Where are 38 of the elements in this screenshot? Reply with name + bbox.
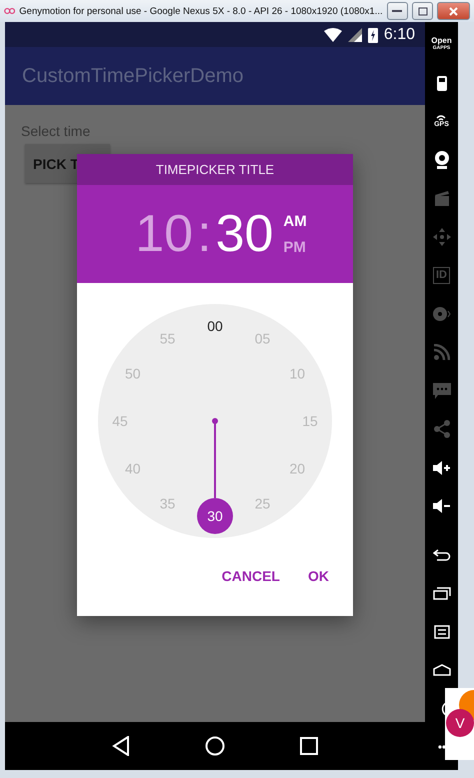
close-button[interactable] (437, 2, 470, 20)
dialog-title: TIMEPICKER TITLE (77, 154, 353, 185)
webcam-icon[interactable] (434, 150, 450, 169)
selection-circle[interactable] (197, 498, 233, 534)
ok-button[interactable]: OK (298, 562, 339, 590)
app-logo-icon (4, 7, 16, 15)
minimize-icon (392, 9, 402, 13)
minimize-button[interactable] (386, 2, 408, 20)
menu-icon[interactable] (434, 624, 450, 639)
wifi-icon (324, 28, 342, 42)
maximize-button[interactable] (412, 2, 434, 20)
volume-down-icon[interactable] (432, 499, 450, 514)
period-toggle[interactable]: AM (283, 212, 307, 230)
minute-number[interactable]: 30 (207, 508, 223, 524)
battery-charging-icon (368, 26, 378, 42)
back-icon[interactable] (112, 736, 130, 756)
app-title: CustomTimePickerDemo (22, 64, 244, 88)
maximize-icon (418, 6, 428, 16)
back-icon[interactable] (432, 548, 450, 561)
clock-hand[interactable] (212, 418, 218, 498)
home-icon[interactable] (204, 736, 225, 756)
hour-display[interactable]: 10 (135, 208, 194, 260)
cancel-button[interactable]: CANCEL (212, 562, 290, 590)
recent-apps-icon[interactable] (300, 737, 318, 755)
volume-up-icon[interactable] (432, 460, 450, 475)
signal-icon (348, 28, 362, 42)
more-icon[interactable] (438, 745, 446, 750)
period-toggle[interactable]: PM (283, 238, 307, 256)
time-separator: : (197, 208, 212, 260)
clock-time: 6:10 (384, 26, 415, 44)
close-icon (449, 6, 458, 16)
battery-icon[interactable] (436, 74, 446, 91)
window-title: Genymotion for personal use - Google Nexus 5X - 8.0 - API 26 - 1080x1920 (1080x1... (19, 6, 383, 16)
home-icon[interactable] (432, 664, 450, 676)
avatar[interactable]: V (446, 709, 474, 737)
minute-display[interactable]: 30 (216, 208, 274, 260)
minute-number[interactable]: 00 (207, 318, 223, 334)
recent-apps-icon[interactable] (432, 586, 450, 600)
